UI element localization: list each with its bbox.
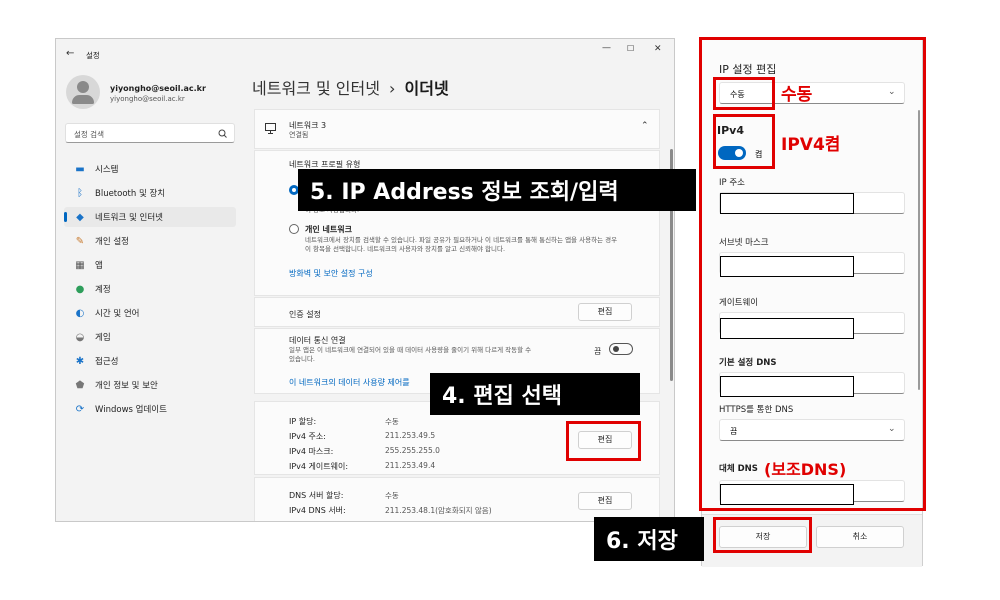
- accessibility-icon: ✱: [75, 355, 85, 367]
- metered-toggle-text: 끔: [594, 347, 602, 356]
- sidebar-item[interactable]: ✱ 접근성: [64, 351, 236, 371]
- breadcrumb-parent[interactable]: 네트워크 및 인터넷: [252, 79, 380, 98]
- auth-label: 인증 설정: [289, 310, 321, 319]
- sidebar-item-label: 앱: [95, 261, 103, 271]
- sidebar-item[interactable]: ⬟ 개인 정보 및 보안: [64, 375, 236, 395]
- sidebar-item[interactable]: ◒ 게임: [64, 327, 236, 347]
- wifi-icon: ◆: [76, 211, 84, 223]
- selected-indicator: [64, 212, 67, 222]
- maximize-button[interactable]: ☐: [627, 44, 634, 53]
- info-value: 255.255.255.0: [385, 446, 440, 455]
- info-value: 211.253.48.1(암호화되지 않음): [385, 506, 492, 515]
- sidebar-item-label: 시스템: [95, 165, 119, 175]
- ipv4-highlight: [713, 114, 775, 169]
- info-label: IPv4 게이트웨이:: [289, 462, 349, 471]
- sidebar-item[interactable]: ◐ 시간 및 언어: [64, 303, 236, 323]
- avatar: [66, 75, 100, 109]
- breadcrumb-separator: ›: [389, 79, 396, 98]
- ethernet-icon: [265, 123, 276, 134]
- info-value: 수동: [385, 417, 399, 426]
- breadcrumb-current: 이더넷: [404, 79, 449, 98]
- sidebar-item[interactable]: ◆ 네트워크 및 인터넷: [64, 207, 236, 227]
- sidebar-item[interactable]: ▦ 앱: [64, 255, 236, 275]
- info-label: DNS 서버 할당:: [289, 491, 344, 500]
- step5-banner: 5. IP Address 정보 조회/입력: [298, 169, 696, 211]
- sidebar-item-label: 계정: [95, 285, 111, 295]
- sidebar-item[interactable]: ✎ 개인 설정: [64, 231, 236, 251]
- dns-settings-section: DNS 서버 할당: 수동 IPv4 DNS 서버: 211.253.48.1(암호화…: [254, 477, 660, 521]
- private-label[interactable]: 개인 네트워크: [305, 224, 352, 235]
- info-value: 수동: [385, 491, 399, 500]
- update-icon: ⟳: [75, 403, 85, 415]
- sidebar-item[interactable]: ● 계정: [64, 279, 236, 299]
- ipv4-note: IPV4켬: [781, 135, 841, 155]
- info-value: 211.253.49.4: [385, 461, 436, 470]
- save-highlight: [713, 517, 812, 553]
- mode-highlight: [713, 77, 775, 110]
- sidebar-item-label: 게임: [95, 333, 111, 343]
- close-button[interactable]: ✕: [654, 44, 662, 54]
- step6-banner: 6. 저장: [594, 517, 704, 561]
- auth-edit-button[interactable]: 편집: [578, 303, 632, 321]
- auth-settings-row: 인증 설정 편집: [254, 297, 660, 327]
- window-title: 설정: [86, 51, 100, 60]
- info-label: IP 할당:: [289, 417, 317, 426]
- minimize-button[interactable]: —: [602, 43, 611, 53]
- sidebar-item-label: Bluetooth 및 장치: [95, 189, 166, 199]
- person-icon: ●: [75, 283, 85, 295]
- info-label: IPv4 마스크:: [289, 447, 334, 456]
- manual-note: 수동: [781, 85, 813, 105]
- sidebar-item-label: Windows 업데이트: [95, 405, 167, 415]
- metered-desc: 일부 앱은 이 네트워크에 연결되어 있을 때 데이터 사용량을 줄이기 위해 …: [289, 346, 532, 363]
- gamepad-icon: ◒: [75, 331, 85, 343]
- metered-label: 데이터 통신 연결: [289, 336, 346, 345]
- breadcrumb: 네트워크 및 인터넷 › 이더넷: [252, 75, 449, 99]
- sidebar-item-label: 네트워크 및 인터넷: [95, 213, 163, 223]
- bluetooth-icon: ᛒ: [77, 187, 83, 199]
- sidebar-item-label: 개인 설정: [95, 237, 129, 247]
- sidebar-item-label: 개인 정보 및 보안: [95, 381, 158, 391]
- search-input[interactable]: 설정 검색: [65, 123, 235, 143]
- search-placeholder: 설정 검색: [74, 130, 104, 139]
- metered-toggle[interactable]: [609, 343, 633, 355]
- network-status: 연결됨: [289, 131, 309, 139]
- sidebar-item[interactable]: ▬ 시스템: [64, 159, 236, 179]
- search-icon[interactable]: [218, 129, 227, 138]
- step4-banner: 4. 편집 선택: [430, 373, 640, 415]
- brush-icon: ✎: [75, 235, 85, 247]
- alt-dns-note: (보조DNS): [764, 460, 847, 479]
- info-label: IPv4 DNS 서버:: [289, 506, 346, 515]
- dns-edit-button[interactable]: 편집: [578, 492, 632, 510]
- profile-email: yiyongho@seoil.ac.kr: [110, 95, 185, 103]
- cancel-button[interactable]: 취소: [816, 526, 904, 548]
- monitor-icon: ▬: [75, 163, 85, 175]
- apps-icon: ▦: [75, 259, 85, 271]
- private-radio[interactable]: [289, 224, 299, 234]
- private-desc: 네트워크에서 장치를 검색할 수 있습니다. 파일 공유가 필요하거나 이 네트…: [305, 236, 618, 253]
- info-label: IPv4 주소:: [289, 432, 326, 441]
- shield-icon: ⬟: [75, 379, 85, 391]
- firewall-link[interactable]: 방화벽 및 보안 설정 구성: [289, 268, 373, 279]
- ip-edit-highlight: [566, 421, 641, 461]
- sidebar-item[interactable]: ⟳ Windows 업데이트: [64, 399, 236, 419]
- chevron-up-icon[interactable]: ⌃: [641, 121, 649, 131]
- network-card[interactable]: 네트워크 3 연결됨 ⌃: [254, 109, 660, 149]
- sidebar-item-label: 시간 및 언어: [95, 309, 140, 319]
- data-usage-link[interactable]: 이 네트워크의 데이터 사용량 제어를: [289, 377, 410, 388]
- info-value: 211.253.49.5: [385, 431, 436, 440]
- profile-name: yiyongho@seoil.ac.kr: [110, 84, 206, 93]
- globe-clock-icon: ◐: [75, 307, 85, 319]
- back-arrow-icon[interactable]: ←: [66, 48, 74, 59]
- sidebar-item[interactable]: ᛒ Bluetooth 및 장치: [64, 183, 236, 203]
- sidebar-item-label: 접근성: [95, 357, 119, 367]
